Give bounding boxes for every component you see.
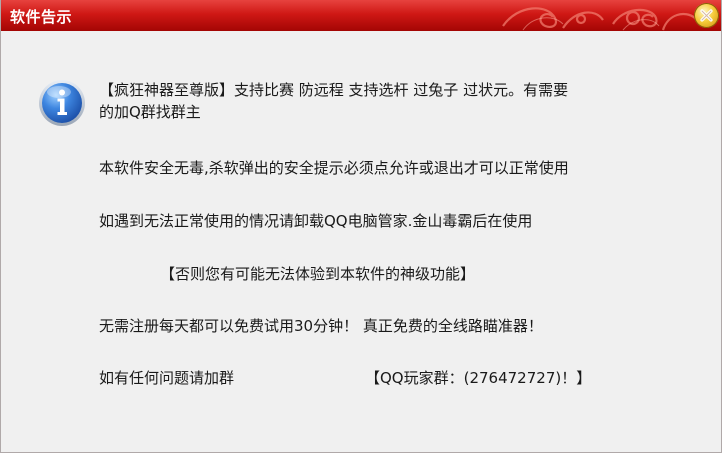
dialog-body: 【疯狂神器至尊版】支持比赛 防远程 支持选杆 过兔子 过状元。有需要 的加Q群找… bbox=[1, 31, 721, 452]
message-line-6-left: 如有任何问题请加群 bbox=[99, 369, 235, 387]
info-icon bbox=[39, 80, 85, 126]
close-icon bbox=[700, 9, 713, 22]
auspicious-cloud-decoration bbox=[502, 7, 696, 31]
window-title: 软件告示 bbox=[10, 8, 73, 26]
message-line-5: 无需注册每天都可以免费试用30分钟！ 真正免费的全线路瞄准器！ bbox=[99, 317, 543, 335]
close-button[interactable] bbox=[694, 3, 719, 28]
message-line-1a: 【疯狂神器至尊版】支持比赛 防远程 支持选杆 过兔子 过状元。有需要 bbox=[99, 81, 569, 99]
title-bar[interactable]: 软件告示 bbox=[1, 0, 721, 31]
message-line-4: 【否则您有可能无法体验到本软件的神级功能】 bbox=[160, 265, 476, 283]
message-line-3: 如遇到无法正常使用的情况请卸载QQ电脑管家.金山毒霸后在使用 bbox=[99, 212, 533, 230]
message-line-2: 本软件安全无毒,杀软弹出的安全提示必须点允许或退出才可以正常使用 bbox=[99, 159, 569, 177]
message-line-1b: 的加Q群找群主 bbox=[99, 103, 201, 121]
notice-dialog: 软件告示 【疯狂神器至尊版】支持比赛 防远程 支持选杆 过兔子 过状元。有需要 … bbox=[0, 0, 722, 453]
qq-group-text: 【QQ玩家群：(276472727)！】 bbox=[365, 369, 592, 387]
